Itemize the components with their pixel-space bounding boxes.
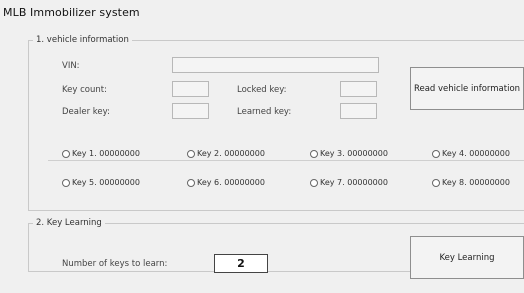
vin-field[interactable]	[172, 57, 379, 73]
radio-circle-icon	[432, 178, 440, 187]
key-6-radio[interactable]: Key 6. 00000000	[187, 178, 265, 187]
vin-label: VIN:	[62, 61, 80, 71]
key-1-radio[interactable]: Key 1. 00000000	[62, 149, 140, 158]
radio-circle-icon	[187, 149, 195, 158]
key-count-field[interactable]	[172, 81, 209, 97]
key-3-radio[interactable]: Key 3. 00000000	[310, 149, 388, 158]
group-divider	[48, 160, 524, 161]
vehicle-information-legend: 1. vehicle information	[36, 35, 129, 45]
window-title: MLB Immobilizer system	[3, 6, 140, 19]
key-7-radio[interactable]: Key 7. 00000000	[310, 178, 388, 187]
key-learning-button[interactable]: Key Learning	[410, 236, 524, 279]
key-2-radio[interactable]: Key 2. 00000000	[187, 149, 265, 158]
learned-key-field[interactable]	[340, 103, 377, 119]
locked-key-label: Locked key:	[237, 85, 287, 95]
dealer-key-field[interactable]	[172, 103, 209, 119]
key-5-radio[interactable]: Key 5. 00000000	[62, 178, 140, 187]
radio-circle-icon	[62, 149, 70, 158]
radio-circle-icon	[310, 178, 318, 187]
radio-circle-icon	[187, 178, 195, 187]
read-vehicle-information-button[interactable]: Read vehicle information	[410, 67, 524, 110]
dealer-key-label: Dealer key:	[62, 107, 110, 117]
keys-to-learn-input[interactable]: 2	[214, 254, 268, 273]
radio-circle-icon	[62, 178, 70, 187]
learned-key-label: Learned key:	[237, 107, 292, 117]
keys-to-learn-label: Number of keys to learn:	[62, 259, 168, 269]
key-8-radio[interactable]: Key 8. 00000000	[432, 178, 510, 187]
radio-circle-icon	[310, 149, 318, 158]
key-learning-legend: 2. Key Learning	[36, 218, 102, 228]
key-4-radio[interactable]: Key 4. 00000000	[432, 149, 510, 158]
locked-key-field[interactable]	[340, 81, 377, 97]
key-count-label: Key count:	[62, 85, 107, 95]
radio-circle-icon	[432, 149, 440, 158]
